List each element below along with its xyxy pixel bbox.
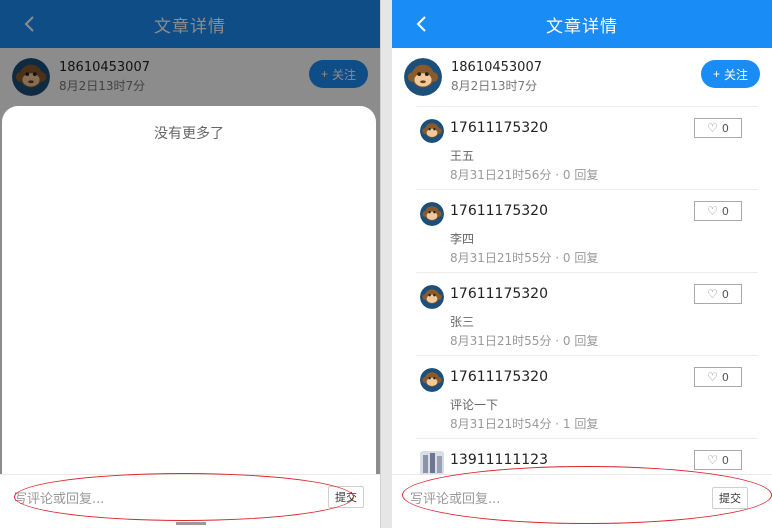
comment-text: 王五: [450, 149, 475, 163]
back-button[interactable]: [410, 12, 434, 36]
like-count: 0: [721, 453, 729, 467]
plus-icon: +: [712, 67, 720, 81]
heart-icon: ♡: [707, 287, 718, 301]
like-button[interactable]: ♡ 0: [694, 284, 742, 304]
comment-meta: 8月31日21时55分 · 0 回复: [450, 251, 599, 265]
heart-icon: ♡: [707, 453, 718, 467]
avatar[interactable]: [404, 58, 442, 96]
heart-icon: ♡: [707, 204, 718, 218]
avatar[interactable]: [420, 451, 444, 474]
comment-item[interactable]: 17611175320 ♡ 0 张三 8月31日21时55分 · 0 回复: [416, 272, 758, 355]
follow-button[interactable]: + 关注: [700, 60, 760, 88]
comment-input[interactable]: [410, 487, 690, 511]
monkey-avatar-icon: [420, 285, 444, 309]
avatar[interactable]: [420, 202, 444, 226]
comment-list: 17611175320 ♡ 0 王五 8月31日21时56分 · 0 回复 17…: [392, 106, 772, 474]
avatar[interactable]: [420, 368, 444, 392]
like-button[interactable]: ♡ 0: [694, 118, 742, 138]
photo-avatar-icon: [420, 451, 444, 474]
comment-meta: 8月31日21时55分 · 0 回复: [450, 334, 599, 348]
avatar[interactable]: [420, 119, 444, 143]
comment-user: 17611175320: [450, 369, 548, 385]
page-title: 文章详情: [546, 16, 618, 37]
like-button[interactable]: ♡ 0: [694, 201, 742, 221]
submit-button[interactable]: 提交: [712, 487, 748, 509]
comment-text: 张三: [450, 315, 475, 329]
top-bar: 文章详情: [392, 0, 772, 48]
heart-icon: ♡: [707, 370, 718, 384]
no-more-text: 没有更多了: [154, 126, 224, 142]
comment-input[interactable]: [14, 487, 294, 511]
monkey-avatar-icon: [404, 58, 442, 96]
like-button[interactable]: ♡ 0: [694, 367, 742, 387]
scroll-indicator: [176, 522, 206, 525]
post-time: 8月2日13时7分: [451, 79, 538, 93]
monkey-avatar-icon: [420, 119, 444, 143]
comment-meta: 8月31日21时56分 · 0 回复: [450, 168, 599, 182]
chevron-left-icon: [416, 16, 426, 32]
comment-text: 李四: [450, 232, 475, 246]
right-phone-screen: 文章详情 18610453007 8月2日13时7分 + 关注 17611175…: [392, 0, 772, 528]
comment-item[interactable]: 17611175320 ♡ 0 王五 8月31日21时56分 · 0 回复: [416, 106, 758, 189]
comment-bar: 提交: [0, 474, 380, 528]
comment-user: 13911111123: [450, 452, 548, 468]
comment-sheet: 没有更多了: [2, 106, 376, 528]
like-button[interactable]: ♡ 0: [694, 450, 742, 470]
comment-item[interactable]: 17611175320 ♡ 0 评论一下 8月31日21时54分 · 1 回复: [416, 355, 758, 438]
comment-user: 17611175320: [450, 120, 548, 136]
submit-button[interactable]: 提交: [328, 486, 364, 508]
heart-icon: ♡: [707, 121, 718, 135]
like-count: 0: [721, 204, 729, 218]
avatar[interactable]: [420, 285, 444, 309]
comment-item[interactable]: 17611175320 ♡ 0 李四 8月31日21时55分 · 0 回复: [416, 189, 758, 272]
comment-meta: 8月31日21时54分 · 1 回复: [450, 417, 599, 431]
like-count: 0: [721, 370, 729, 384]
follow-label: 关注: [723, 67, 748, 82]
monkey-avatar-icon: [420, 368, 444, 392]
comment-user: 17611175320: [450, 203, 548, 219]
like-count: 0: [721, 287, 729, 301]
author-info: 18610453007 8月2日13时7分 + 关注: [392, 48, 772, 106]
author-phone: 18610453007: [451, 60, 542, 75]
comment-bar: 提交: [392, 474, 772, 528]
comment-item[interactable]: 13911111123 ♡ 0: [416, 438, 758, 474]
like-count: 0: [721, 121, 729, 135]
comment-text: 评论一下: [450, 398, 499, 412]
comment-user: 17611175320: [450, 286, 548, 302]
left-phone-screen: 文章详情 18610453007 8月2日13时7分 + 关注 没有更多了 提交: [0, 0, 381, 528]
monkey-avatar-icon: [420, 202, 444, 226]
